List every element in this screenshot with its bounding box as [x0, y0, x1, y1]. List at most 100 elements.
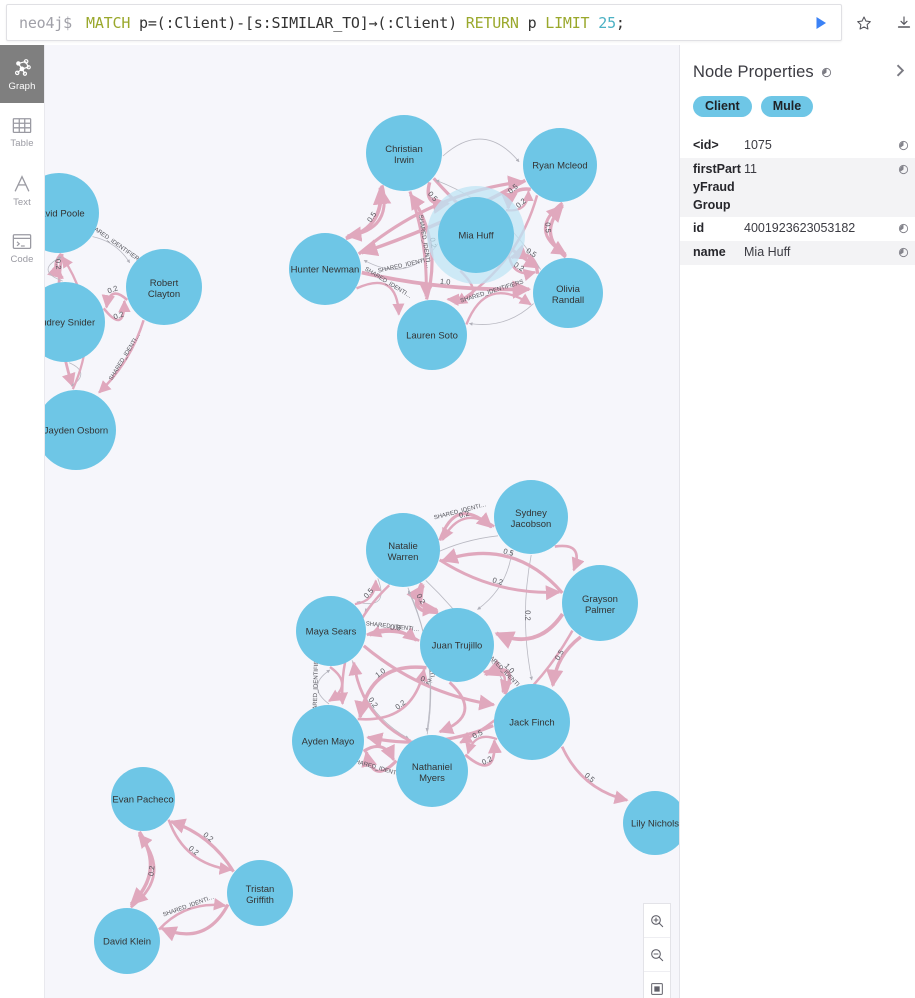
cypher-token-return: RETURN	[465, 13, 519, 32]
node-label-chip[interactable]: Mule	[760, 96, 814, 118]
copy-icon[interactable]	[898, 245, 910, 258]
graph-node[interactable]: Jack Finch	[494, 684, 570, 760]
rail-item-text[interactable]: Text	[0, 161, 44, 219]
relationship-weight-label: 0.2	[146, 865, 156, 876]
node-circle[interactable]	[420, 608, 494, 682]
relationship-edge[interactable]	[345, 185, 392, 241]
relationship-weight-label: 0.2	[201, 830, 215, 844]
relationship-edge[interactable]	[554, 544, 585, 572]
node-circle[interactable]	[45, 282, 105, 362]
graph-node[interactable]: TristanGriffith	[227, 860, 293, 926]
zoom-in-button[interactable]	[644, 904, 670, 938]
graph-node[interactable]: Hunter Newman	[289, 233, 361, 305]
property-row: name Mia Huff	[680, 241, 915, 265]
graph-svg: 0.2SHARED_IDENTIFIERS0.20.20.2SHARED_IDE…	[45, 115, 679, 974]
graph-node[interactable]: Maya Sears	[296, 596, 366, 666]
graph-node[interactable]: OliviaRandall	[533, 258, 603, 328]
graph-node[interactable]: NathanielMyers	[396, 735, 468, 807]
rail-item-graph[interactable]: Graph	[0, 45, 44, 103]
property-key: id	[693, 221, 705, 236]
node-circle[interactable]	[494, 480, 568, 554]
relationship-edge[interactable]	[167, 819, 233, 875]
node-circle[interactable]	[438, 197, 514, 273]
relationship-edge[interactable]	[545, 635, 582, 688]
node-circle[interactable]	[562, 565, 638, 641]
relationship-edge[interactable]	[438, 681, 467, 734]
node-label-chip[interactable]: Client	[693, 96, 752, 118]
relationship-edge[interactable]	[368, 625, 420, 642]
graph-node[interactable]: David Poole	[45, 173, 99, 253]
node-circle[interactable]	[523, 128, 597, 202]
graph-node[interactable]: ChristianIrwin	[366, 115, 442, 191]
relationship-edge[interactable]	[328, 665, 344, 703]
zoom-out-button[interactable]	[644, 938, 670, 972]
node-circle[interactable]	[227, 860, 293, 926]
cypher-token-pattern: p=(:Client)-[s:SIMILAR_TO]→(:Client)	[130, 13, 466, 32]
node-circle[interactable]	[292, 705, 364, 777]
relationship-weight-label: 1.0	[373, 666, 387, 679]
graph-node[interactable]: GraysonPalmer	[562, 565, 638, 641]
rail-item-code[interactable]: Code	[0, 219, 44, 277]
relationship-weight-label: 0.5	[390, 622, 401, 632]
graph-node[interactable]: Ryan Mcleod	[523, 128, 597, 202]
panel-collapse-button[interactable]	[889, 59, 911, 81]
graph-node[interactable]: Lily Nichols	[623, 791, 679, 855]
node-circle[interactable]	[366, 513, 440, 587]
node-circle[interactable]	[296, 596, 366, 666]
relationship-edge[interactable]	[169, 818, 235, 873]
graph-node[interactable]: Juan Trujillo	[420, 608, 494, 682]
node-circle[interactable]	[111, 767, 175, 831]
node-circle[interactable]	[289, 233, 361, 305]
relationship-edge[interactable]	[158, 897, 227, 931]
star-icon	[857, 16, 871, 30]
graph-node[interactable]: Ayden Mayo	[292, 705, 364, 777]
node-circle[interactable]	[45, 173, 99, 253]
graph-visualization-canvas[interactable]: 0.2SHARED_IDENTIFIERS0.20.20.2SHARED_IDE…	[45, 45, 679, 998]
relationship-weight-label: 0.2	[523, 610, 532, 620]
node-circle[interactable]	[396, 735, 468, 807]
graph-node[interactable]: David Klein	[94, 908, 160, 974]
graph-node[interactable]: Mia Huff	[427, 186, 525, 284]
node-circle[interactable]	[397, 300, 467, 370]
download-button[interactable]	[891, 11, 915, 35]
graph-node[interactable]: SydneyJacobson	[494, 480, 568, 554]
node-circle[interactable]	[533, 258, 603, 328]
node-circle[interactable]	[623, 791, 679, 855]
node-circle[interactable]	[45, 390, 116, 470]
copy-all-icon[interactable]	[821, 67, 832, 78]
node-circle[interactable]	[494, 684, 570, 760]
graph-node[interactable]: RobertClayton	[126, 249, 202, 325]
graph-node[interactable]: Lauren Soto	[397, 300, 467, 370]
graph-node[interactable]: Evan Pacheco	[111, 767, 175, 831]
relationship-weight-label: 0.2	[187, 844, 201, 858]
node-circle[interactable]	[366, 115, 442, 191]
zoom-fit-button[interactable]	[644, 972, 670, 998]
panel-title: Node Properties	[693, 63, 814, 81]
favorite-button[interactable]	[851, 11, 877, 35]
query-input[interactable]: neo4j$ MATCH p=(:Client)-[s:SIMILAR_TO]→…	[6, 4, 842, 41]
view-mode-rail: Graph Table Text Code	[0, 45, 45, 998]
panel-header: Node Properties	[680, 45, 915, 82]
rail-item-table[interactable]: Table	[0, 103, 44, 161]
run-query-button[interactable]	[808, 11, 834, 35]
relationship-edge[interactable]	[468, 303, 534, 326]
relationship-edge[interactable]	[465, 735, 498, 755]
relationship-type-label: SHARED_IDENTI…	[162, 895, 215, 919]
download-icon	[897, 16, 911, 28]
copy-icon[interactable]	[898, 221, 910, 234]
zoom-out-icon	[651, 948, 664, 961]
node-circle[interactable]	[126, 249, 202, 325]
cypher-token-space	[589, 14, 598, 32]
property-key: name	[693, 245, 726, 260]
property-key: <id>	[693, 138, 719, 153]
copy-icon[interactable]	[898, 162, 910, 175]
relationship-edge[interactable]	[442, 138, 520, 163]
graph-node[interactable]: NatalieWarren	[366, 513, 440, 587]
cypher-token-p: p	[518, 13, 546, 32]
relationship-edge[interactable]	[560, 746, 629, 805]
copy-icon[interactable]	[898, 138, 910, 151]
cypher-token-limit: LIMIT	[545, 13, 590, 32]
graph-node[interactable]: Audrey Snider	[45, 282, 105, 362]
node-circle[interactable]	[94, 908, 160, 974]
graph-node[interactable]: Jayden Osborn	[45, 390, 116, 470]
